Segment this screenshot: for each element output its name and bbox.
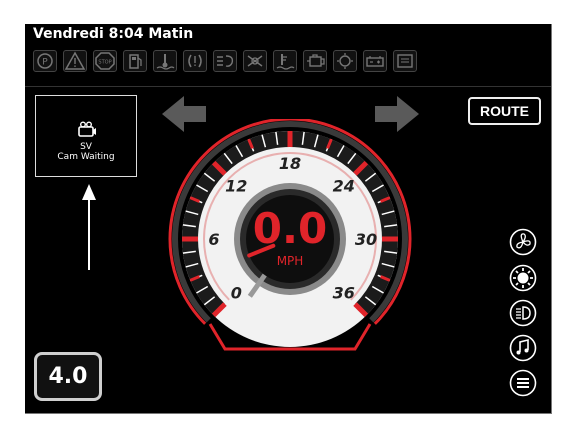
camera-status: Cam Waiting bbox=[57, 152, 115, 162]
coolant-temperature-icon bbox=[153, 50, 177, 72]
svg-text:STOP: STOP bbox=[98, 60, 111, 66]
fuel-pump-icon bbox=[123, 50, 147, 72]
tick-label-30: 30 bbox=[355, 230, 377, 249]
tick-label-24: 24 bbox=[333, 176, 355, 195]
stop-icon: STOP bbox=[93, 50, 117, 72]
camera-tile[interactable]: SV Cam Waiting bbox=[35, 95, 137, 177]
camera-icon bbox=[78, 121, 96, 137]
brightness-icon[interactable] bbox=[509, 264, 537, 292]
air-filter-icon bbox=[393, 50, 417, 72]
tick-label-0: 0 bbox=[231, 284, 242, 303]
annotation-arrow bbox=[82, 184, 96, 270]
tick-label-18: 18 bbox=[279, 154, 301, 173]
header-divider bbox=[25, 86, 551, 87]
transmission-warning-icon bbox=[183, 50, 207, 72]
lamp-warning-icon bbox=[333, 50, 357, 72]
headlight-icon[interactable] bbox=[509, 299, 537, 327]
speed-value: 0.0 bbox=[253, 204, 327, 253]
camera-name: SV bbox=[80, 142, 92, 152]
route-button[interactable]: ROUTE bbox=[468, 97, 541, 125]
music-icon[interactable] bbox=[509, 334, 537, 362]
fan-icon[interactable] bbox=[509, 228, 537, 256]
svg-text:P: P bbox=[42, 58, 48, 68]
menu-icon[interactable] bbox=[509, 369, 537, 397]
parking-brake-icon: P bbox=[33, 50, 57, 72]
speedometer: 0 6 12 18 24 30 36 0.0 MPH bbox=[168, 119, 412, 351]
battery-icon bbox=[363, 50, 387, 72]
clock-label: Vendredi 8:04 Matin bbox=[33, 26, 194, 42]
water-in-fuel-icon bbox=[273, 50, 297, 72]
tick-label-36: 36 bbox=[333, 284, 355, 303]
engine-check-icon bbox=[303, 50, 327, 72]
oil-level-icon bbox=[213, 50, 237, 72]
gear-indicator: 4.0 bbox=[34, 352, 102, 401]
tick-label-6: 6 bbox=[208, 230, 219, 249]
tick-label-12: 12 bbox=[225, 176, 247, 195]
speed-unit: MPH bbox=[277, 254, 304, 268]
abs-warning-icon bbox=[243, 50, 267, 72]
warning-triangle-icon bbox=[63, 50, 87, 72]
display-screen: Vendredi 8:04 Matin P STOP SV Cam Waitin… bbox=[25, 24, 552, 414]
